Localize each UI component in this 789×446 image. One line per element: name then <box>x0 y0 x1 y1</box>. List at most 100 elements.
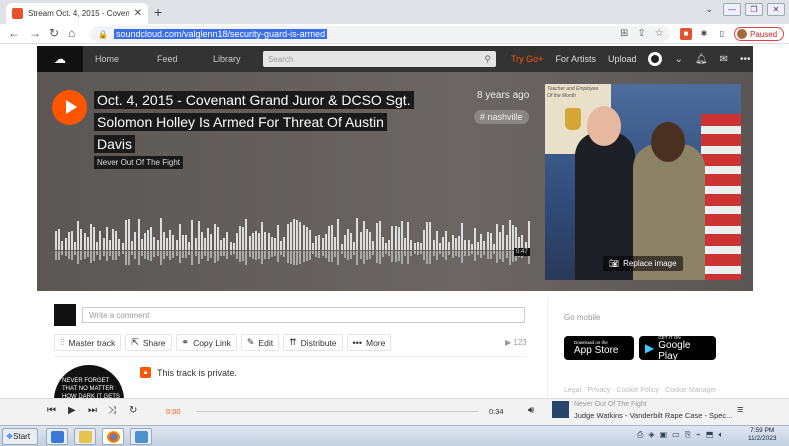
home-icon[interactable]: ⌂ <box>68 26 75 40</box>
soundcloud-logo-icon[interactable]: ☁ <box>37 46 83 72</box>
taskbar-app-explorer[interactable] <box>46 428 68 445</box>
waveform-reflection-bar <box>179 251 181 263</box>
queue-icon[interactable]: ≡ <box>737 404 743 416</box>
tray-monitor-icon[interactable]: ▭ <box>672 430 680 440</box>
forward-arrow-icon[interactable]: → <box>29 26 41 40</box>
tab-close-icon[interactable]: ✕ <box>134 8 142 19</box>
extension-icon[interactable]: ■ <box>680 28 692 40</box>
upload-link[interactable]: Upload <box>608 54 637 64</box>
system-clock[interactable]: 7:59 PM 11/2/2023 <box>748 427 776 443</box>
try-go-link[interactable]: Try Go+ <box>511 54 543 64</box>
waveform-reflection-bar <box>93 251 95 261</box>
waveform-bar <box>214 224 216 250</box>
waveform-reflection-bar <box>398 251 400 261</box>
waveform-reflection-bar <box>318 251 320 258</box>
waveform-bar <box>322 238 324 250</box>
search-icon[interactable]: ⚲ <box>484 54 491 65</box>
tab-search-chevron-icon[interactable]: ⌄ <box>705 4 713 15</box>
genre-tag[interactable]: # nashville <box>474 110 529 124</box>
more-options-icon[interactable]: ••• <box>740 54 751 65</box>
tray-display-icon[interactable]: ▣ <box>660 430 668 440</box>
nav-home[interactable]: Home <box>95 46 119 72</box>
taskbar-app-chrome[interactable] <box>102 428 124 445</box>
now-playing-title[interactable]: Judge Watkins - Vanderbilt Rape Case - S… <box>574 411 732 420</box>
replace-image-button[interactable]: 📷︎ Replace image <box>603 256 683 271</box>
browser-tab[interactable]: Stream Oct. 4, 2015 - Covenant Gr... ✕ <box>6 3 148 24</box>
waveform-bar <box>452 235 454 250</box>
messages-envelope-icon[interactable]: ✉ <box>720 54 728 65</box>
next-icon[interactable]: ⏭ <box>88 405 97 416</box>
url-text[interactable]: soundcloud.com/valglenn18/security-guard… <box>113 29 328 39</box>
maximize-button[interactable]: ❐ <box>745 3 763 16</box>
install-app-icon[interactable]: ⊞ <box>620 28 628 39</box>
legal-links[interactable]: Legal · Privacy · Cookie Policy · Cookie… <box>564 387 721 394</box>
copy-link-button[interactable]: ⚭ Copy Link <box>175 334 237 351</box>
search-input[interactable]: Search <box>268 55 484 64</box>
nav-feed[interactable]: Feed <box>157 46 178 72</box>
track-artist-link[interactable]: Never Out Of The Fight <box>94 156 183 169</box>
tray-battery-icon[interactable]: ⌁ <box>696 430 701 440</box>
private-notice-text: This track is private. <box>157 367 238 378</box>
master-track-button[interactable]: ⫶⫶ Master track <box>54 334 122 351</box>
tray-network-icon[interactable]: ⎙ <box>637 430 643 440</box>
user-avatar[interactable] <box>648 52 663 66</box>
waveform-bar <box>188 242 190 250</box>
waveform-reflection-bar <box>448 251 450 255</box>
tray-security-icon[interactable]: ◈ <box>648 430 654 440</box>
start-button[interactable]: ❖Start <box>2 428 38 445</box>
tray-volume-icon[interactable]: 🔈︎ <box>718 430 723 440</box>
tray-pdf-icon[interactable]: ⎘ <box>685 430 691 440</box>
google-play-badge[interactable]: ▶ GET IT ON Google Play <box>639 335 716 362</box>
distribute-button[interactable]: ⇈ Distribute <box>283 334 343 351</box>
nav-library[interactable]: Library <box>213 46 241 72</box>
waveform-bar <box>103 238 105 250</box>
profile-button[interactable]: Paused <box>734 27 785 41</box>
waveform-reflection-bar <box>201 251 203 259</box>
search-box[interactable]: Search ⚲ <box>263 51 496 67</box>
share-page-icon[interactable]: ⇪ <box>637 28 645 39</box>
minimize-button[interactable]: — <box>723 3 741 16</box>
volume-icon[interactable]: 🔊︎ <box>528 405 534 416</box>
chevron-down-icon[interactable]: ⌄ <box>674 54 682 65</box>
more-button[interactable]: ••• More <box>346 334 392 351</box>
waveform-bar <box>420 243 422 250</box>
play-icon[interactable]: ▶ <box>68 405 76 416</box>
bookmark-star-icon[interactable]: ☆ <box>655 28 664 39</box>
back-arrow-icon[interactable]: ← <box>8 26 20 40</box>
waveform-bar <box>474 228 476 250</box>
for-artists-link[interactable]: For Artists <box>555 54 596 64</box>
now-playing-artwork[interactable] <box>552 401 569 418</box>
waveform-reflection-bar <box>436 251 438 260</box>
lock-icon: 🔒 <box>98 29 108 39</box>
notifications-bell-icon[interactable]: 🔔︎ <box>695 54 708 65</box>
close-window-button[interactable]: ✕ <box>767 3 785 16</box>
waveform[interactable] <box>55 216 531 276</box>
app-store-badge[interactable]: Download on the App Store <box>564 336 634 360</box>
waveform-bar <box>96 242 98 250</box>
progress-bar[interactable] <box>196 411 478 412</box>
now-playing-artist[interactable]: Never Out Of The Fight <box>574 401 647 408</box>
reload-icon[interactable]: ↻ <box>49 26 59 40</box>
waveform-reflection-bar <box>312 251 314 254</box>
address-bar[interactable]: 🔒 soundcloud.com/valglenn18/security-gua… <box>90 26 670 42</box>
system-tray: ⎙ ◈ ▣ ▭ ⎘ ⌁ ⬒ 🔈︎ <box>637 430 723 440</box>
waveform-reflection-bar <box>220 251 222 256</box>
waveform-bar <box>191 220 193 250</box>
share-button[interactable]: ⇱ Share <box>125 334 172 351</box>
new-tab-button[interactable]: + <box>154 4 162 20</box>
repeat-icon[interactable]: ↻ <box>129 405 137 416</box>
comment-input[interactable]: Write a comment <box>82 307 525 323</box>
taskbar-app-desktop[interactable] <box>130 428 152 445</box>
play-button[interactable] <box>52 90 87 125</box>
side-panel-icon[interactable]: ▯ <box>716 28 728 40</box>
taskbar-app-files[interactable] <box>74 428 96 445</box>
puzzle-extensions-icon[interactable]: ✱ <box>698 28 710 40</box>
edit-button[interactable]: ✎ Edit <box>240 334 280 351</box>
waveform-reflection-bar <box>328 251 330 262</box>
extensions-area: ■ ✱ ▯ Paused ⋮ <box>680 27 789 41</box>
shuffle-icon[interactable]: ⤨ <box>108 405 116 416</box>
tray-update-icon[interactable]: ⬒ <box>706 430 714 440</box>
previous-icon[interactable]: ⏮ <box>47 405 56 416</box>
waveform-bar <box>77 221 79 250</box>
waveform-reflection-bar <box>293 251 295 265</box>
